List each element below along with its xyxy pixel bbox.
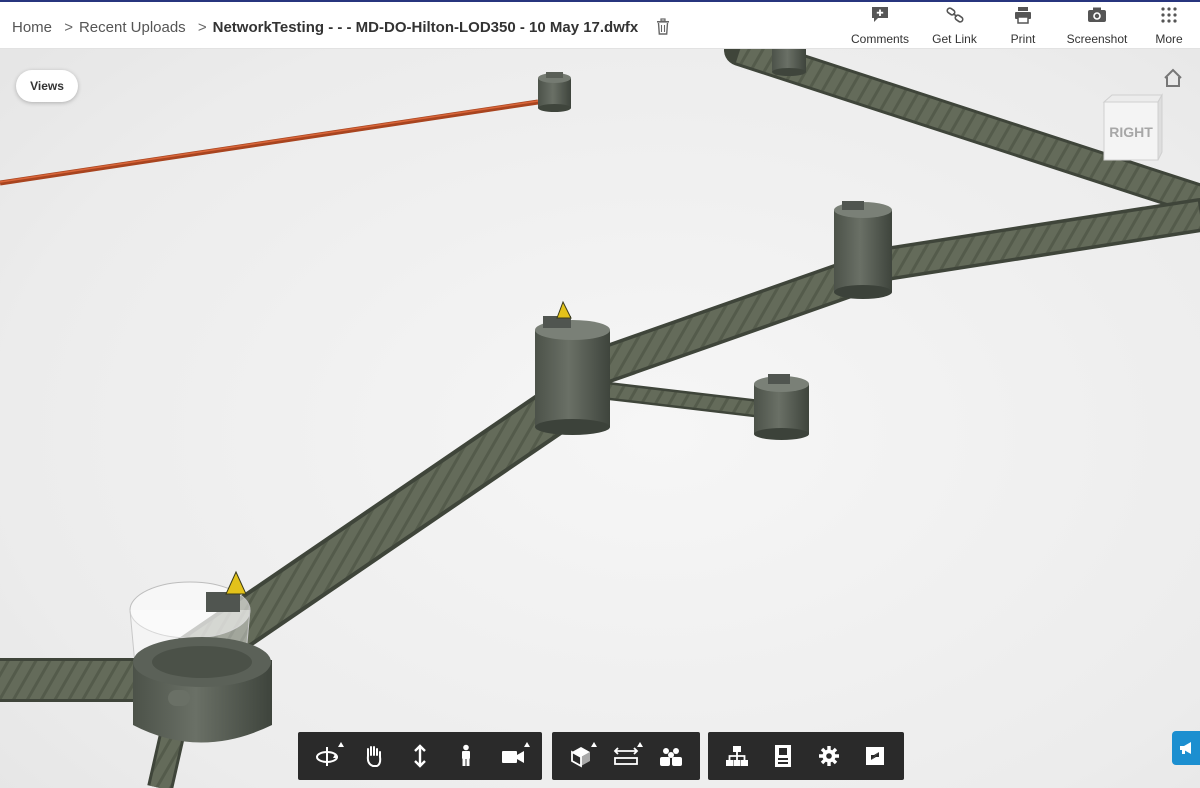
orbit-button[interactable] <box>304 736 350 776</box>
camera-button[interactable] <box>490 736 536 776</box>
breadcrumb-home[interactable]: Home <box>12 19 52 36</box>
explode-button[interactable] <box>649 736 694 776</box>
model-browser-icon <box>726 746 748 766</box>
zoom-button[interactable] <box>397 736 443 776</box>
manhole-branch[interactable] <box>754 374 809 440</box>
measure-icon <box>613 747 639 765</box>
section-icon <box>570 747 590 768</box>
get-link-button[interactable]: Get Link <box>919 6 990 48</box>
screenshot-button[interactable]: Screenshot <box>1056 6 1138 48</box>
3d-viewport[interactable] <box>0 0 1200 788</box>
breadcrumb-file-name: NetworkTesting - - - MD-DO-Hilton-LOD350… <box>212 19 639 36</box>
comments-label: Comments <box>850 32 909 46</box>
manhole-top-right[interactable] <box>772 48 806 76</box>
link-icon <box>945 6 965 29</box>
fullscreen-icon <box>866 747 884 765</box>
orbit-icon <box>316 747 339 766</box>
camera-icon <box>1087 6 1107 29</box>
first-person-icon <box>462 744 471 766</box>
breadcrumb-separator: > <box>64 19 73 36</box>
model-browser-button[interactable] <box>714 736 760 776</box>
orange-pipe[interactable] <box>0 99 539 186</box>
home-icon[interactable] <box>1162 68 1184 93</box>
pipe-segment[interactable] <box>599 383 771 417</box>
print-label: Print <box>1010 32 1036 46</box>
settings-button[interactable] <box>806 736 852 776</box>
camera-icon <box>501 751 524 763</box>
breadcrumb: Home > Recent Uploads > NetworkTesting - -… <box>12 18 670 39</box>
grid-dots-icon <box>1159 6 1179 29</box>
printer-icon <box>1013 6 1033 29</box>
pipe-segment[interactable] <box>877 201 1200 279</box>
manhole-top[interactable] <box>538 72 571 112</box>
get-link-label: Get Link <box>932 32 977 46</box>
pan-icon <box>366 746 381 767</box>
analysis-toolbar <box>552 732 700 780</box>
manhole-right[interactable] <box>834 201 892 299</box>
manhole-bottom-left[interactable] <box>129 570 272 743</box>
viewcube[interactable]: RIGHT <box>1100 92 1164 162</box>
comment-plus-icon <box>870 6 890 29</box>
settings-icon <box>819 746 839 766</box>
screenshot-label: Screenshot <box>1066 32 1128 46</box>
views-button[interactable]: Views <box>16 70 78 102</box>
pan-button[interactable] <box>350 736 396 776</box>
explode-icon <box>660 748 683 766</box>
more-button[interactable]: More <box>1138 6 1200 48</box>
pipe-network-model[interactable] <box>0 0 1200 788</box>
measure-button[interactable] <box>603 736 648 776</box>
navigation-toolbar <box>298 732 542 780</box>
pipe-segment[interactable] <box>584 260 866 385</box>
properties-icon <box>775 745 791 767</box>
more-label: More <box>1155 32 1183 46</box>
breadcrumb-separator: > <box>197 19 207 36</box>
first-person-button[interactable] <box>443 736 489 776</box>
fullscreen-button[interactable] <box>852 736 898 776</box>
header-actions: Comments Get Link Print Screenshot More <box>841 6 1200 48</box>
print-button[interactable]: Print <box>990 6 1056 48</box>
header-bar: Home > Recent Uploads > NetworkTesting - -… <box>0 2 1200 49</box>
settings-toolbar <box>708 732 904 780</box>
breadcrumb-recent-uploads[interactable]: Recent Uploads <box>79 19 186 36</box>
pipe-segment[interactable] <box>148 383 582 697</box>
comments-button[interactable]: Comments <box>841 6 919 48</box>
viewcube-face-label: RIGHT <box>1109 124 1153 140</box>
zoom-icon <box>414 744 426 768</box>
manhole-middle[interactable] <box>535 300 610 435</box>
feedback-tab[interactable] <box>1172 731 1200 765</box>
section-button[interactable] <box>558 736 603 776</box>
properties-button[interactable] <box>760 736 806 776</box>
trash-icon[interactable] <box>656 18 670 39</box>
megaphone-icon <box>1180 742 1191 754</box>
